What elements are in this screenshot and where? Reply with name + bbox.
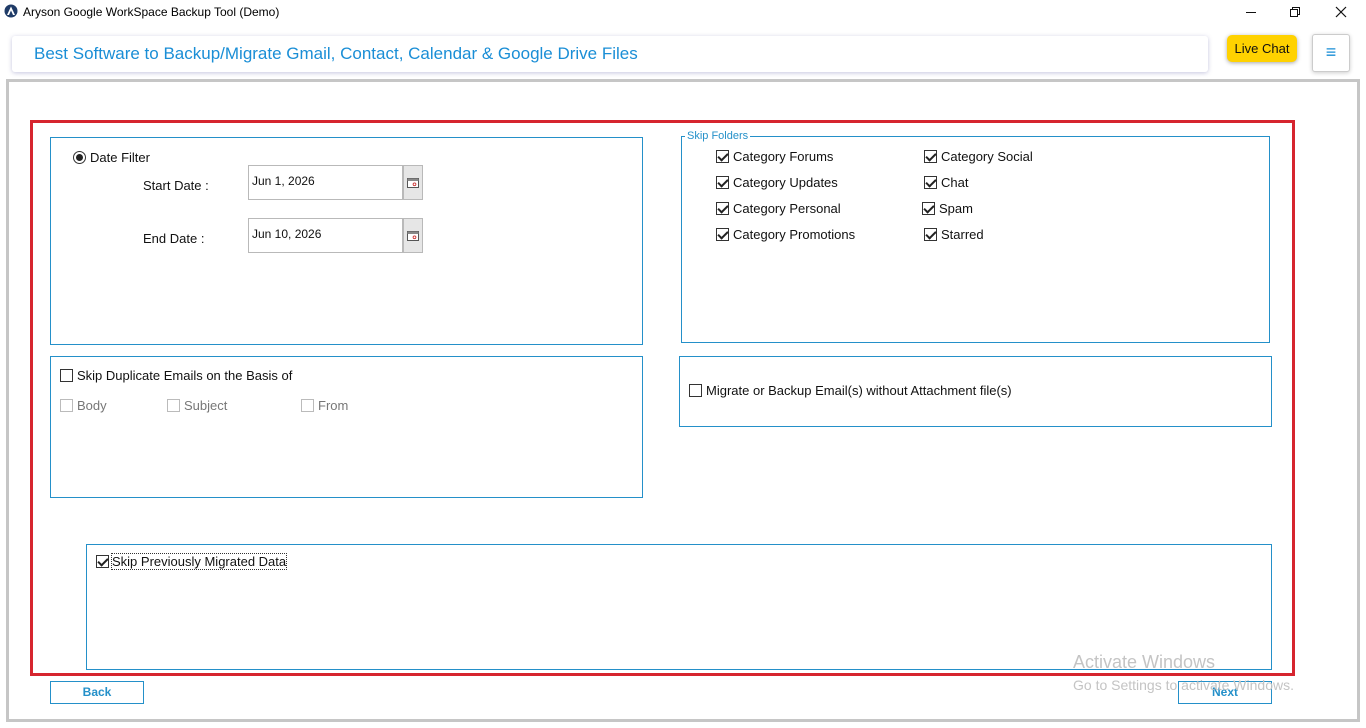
activation-watermark-title: Activate Windows <box>1073 652 1216 672</box>
hamburger-menu-button[interactable]: ≡ <box>1312 34 1350 72</box>
checkbox-category-social[interactable] <box>924 150 937 163</box>
label-category-updates: Category Updates <box>733 175 838 190</box>
checkbox-starred[interactable] <box>924 228 937 241</box>
hamburger-icon: ≡ <box>1325 42 1337 62</box>
date-filter-radio[interactable] <box>73 151 86 164</box>
label-spam: Spam <box>939 201 973 216</box>
start-date-input[interactable]: Jun 1, 2026 <box>248 165 403 200</box>
end-date-input[interactable]: Jun 10, 2026 <box>248 218 403 253</box>
checkbox-spam[interactable] <box>922 202 935 215</box>
checkbox-skip-previous[interactable] <box>96 555 109 568</box>
restore-button[interactable] <box>1272 0 1318 24</box>
checkbox-chat[interactable] <box>924 176 937 189</box>
checkbox-from[interactable] <box>301 399 314 412</box>
label-chat: Chat <box>941 175 969 190</box>
start-date-label: Start Date : <box>143 178 209 193</box>
date-filter-label: Date Filter <box>90 150 150 165</box>
calendar-icon <box>407 230 419 241</box>
header-title: Best Software to Backup/Migrate Gmail, C… <box>34 44 638 63</box>
label-without-attachments: Migrate or Backup Email(s) without Attac… <box>706 383 1012 398</box>
label-category-promotions: Category Promotions <box>733 227 856 242</box>
checkbox-category-personal[interactable] <box>716 202 729 215</box>
label-category-forums: Category Forums <box>733 149 834 164</box>
minimize-button[interactable] <box>1228 0 1274 24</box>
checkbox-category-forums[interactable] <box>716 150 729 163</box>
window-title: Aryson Google WorkSpace Backup Tool (Dem… <box>23 5 280 19</box>
back-button[interactable]: Back <box>50 681 144 704</box>
checkbox-subject[interactable] <box>167 399 180 412</box>
close-button[interactable] <box>1318 0 1364 24</box>
label-subject: Subject <box>184 398 228 413</box>
label-from: From <box>318 398 349 413</box>
header-banner: Best Software to Backup/Migrate Gmail, C… <box>12 36 1208 72</box>
end-date-calendar-button[interactable] <box>403 218 423 253</box>
minimize-icon <box>1246 12 1256 13</box>
label-category-social: Category Social <box>941 149 1033 164</box>
start-date-calendar-button[interactable] <box>403 165 423 200</box>
label-skip-duplicates: Skip Duplicate Emails on the Basis of <box>77 368 293 383</box>
checkbox-without-attachments[interactable] <box>689 384 702 397</box>
activation-watermark-subtitle: Go to Settings to activate Windows. <box>1073 677 1294 693</box>
app-logo-icon <box>4 4 18 18</box>
label-starred: Starred <box>941 227 984 242</box>
label-skip-previous: Skip Previously Migrated Data <box>110 553 288 570</box>
checkbox-category-updates[interactable] <box>716 176 729 189</box>
label-category-personal: Category Personal <box>733 201 841 216</box>
checkbox-skip-duplicates[interactable] <box>60 369 73 382</box>
checkbox-body[interactable] <box>60 399 73 412</box>
calendar-icon <box>407 177 419 188</box>
skip-folders-legend: Skip Folders <box>685 130 751 142</box>
restore-icon <box>1290 7 1300 17</box>
close-icon <box>1335 6 1347 18</box>
label-body: Body <box>77 398 107 413</box>
checkbox-category-promotions[interactable] <box>716 228 729 241</box>
end-date-label: End Date : <box>143 231 205 246</box>
live-chat-button[interactable]: Live Chat <box>1227 35 1297 62</box>
